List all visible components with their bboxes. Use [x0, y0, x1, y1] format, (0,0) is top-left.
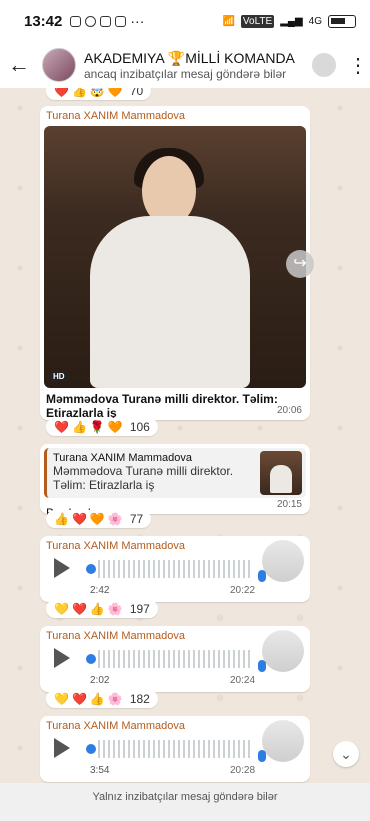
- forward-icon[interactable]: ↪: [286, 250, 314, 278]
- voice-duration: 3:54: [90, 765, 110, 776]
- reaction-emoji: ❤️: [71, 692, 87, 706]
- reaction-emoji: ❤️: [71, 602, 87, 616]
- play-icon[interactable]: [54, 738, 70, 758]
- seek-dot[interactable]: [86, 654, 96, 664]
- back-arrow-icon[interactable]: ←: [8, 52, 34, 78]
- image-caption: Məmmədova Turanə milli direktor. Təlim: …: [46, 392, 278, 420]
- waveform[interactable]: [98, 560, 250, 578]
- group-subtitle: ancaq inzibatçılar mesaj göndərə bilər: [84, 66, 287, 81]
- mic-icon: [258, 570, 266, 582]
- seek-dot[interactable]: [86, 744, 96, 754]
- reaction-emoji: 👍: [71, 88, 87, 98]
- reaction-emoji: 👍: [54, 512, 69, 526]
- reaction-emoji: 🌹: [89, 420, 105, 434]
- play-icon[interactable]: [54, 558, 70, 578]
- voice-duration: 2:42: [90, 585, 110, 596]
- chevron-down-icon: ⌄: [340, 746, 352, 762]
- reaction-emoji: 🤯: [89, 88, 105, 98]
- group-info[interactable]: AKADEMIYA 🏆MİLLİ KOMANDA ancaq inzibatçı…: [84, 50, 300, 81]
- reaction-emoji: 🧡: [107, 420, 123, 434]
- more-menu-icon[interactable]: ⋮: [348, 53, 368, 78]
- reaction-emoji: 🌸: [107, 602, 123, 616]
- quote-text-2: Təlim: Etirazlarla iş: [53, 478, 155, 492]
- reaction-emoji: ❤️: [54, 420, 69, 434]
- wifi-icon: 📶: [222, 15, 235, 27]
- scroll-down-button[interactable]: ⌄: [333, 741, 359, 767]
- hd-badge: HD: [50, 371, 68, 382]
- message-time: 20:06: [276, 405, 302, 416]
- reaction-emoji: 🧡: [107, 88, 123, 98]
- chat-header: ← AKADEMIYA 🏆MİLLİ KOMANDA ancaq inzibat…: [0, 42, 370, 88]
- voice-message[interactable]: Turana XANIM Mammadova 2:02 20:24: [40, 626, 310, 692]
- voice-duration: 2:02: [90, 675, 110, 686]
- voice-message[interactable]: Turana XANIM Mammadova 3:54 20:28: [40, 716, 310, 782]
- sender-avatar: [262, 720, 304, 762]
- status-bar: 13:42 ··· 📶 VoLTE ▂▄▆ 4G: [0, 0, 370, 42]
- voice-player: 2:42 20:22: [40, 536, 310, 600]
- whatsapp-icon: [85, 15, 97, 27]
- image-message[interactable]: Turana XANIM Mammadova HD Məmmədova Tura…: [40, 106, 310, 420]
- reactions-bar[interactable]: ❤️ 👍 🌹 🧡 106: [46, 418, 158, 436]
- reactions-bar[interactable]: 💛 ❤️ 👍 🌸 197: [46, 600, 158, 618]
- reaction-count: 106: [129, 420, 150, 434]
- notification-icons: ···: [70, 13, 144, 29]
- reactions-bar[interactable]: 💛 ❤️ 👍 🌸 182: [46, 690, 158, 708]
- more-notifications: ···: [130, 13, 145, 29]
- reactions-bar[interactable]: ❤️ 👍 🤯 🧡 70: [46, 88, 152, 100]
- reaction-emoji: 👍: [89, 602, 105, 616]
- voice-player: 3:54 20:28: [40, 716, 310, 780]
- reaction-count: 197: [129, 602, 150, 616]
- reactions-bar[interactable]: 👍 ❤️ 🧡 🌸 77: [46, 510, 152, 528]
- reaction-emoji: 🌸: [107, 692, 123, 706]
- reaction-emoji: 🌸: [107, 512, 123, 526]
- waveform[interactable]: [98, 740, 250, 758]
- reaction-count: 77: [129, 512, 144, 526]
- quote-text-1: Məmmədova Turanə milli direktor.: [53, 464, 234, 478]
- message-time: 20:24: [230, 675, 256, 686]
- voice-message[interactable]: Turana XANIM Mammadova 2:42 20:22: [40, 536, 310, 602]
- call-icon[interactable]: [312, 53, 336, 77]
- sender-name: Turana XANIM Mammadova: [46, 110, 185, 122]
- sender-avatar: [262, 630, 304, 672]
- group-title: AKADEMIYA 🏆MİLLİ KOMANDA: [84, 49, 295, 66]
- reaction-count: 182: [129, 692, 150, 706]
- message-time: 20:22: [230, 585, 256, 596]
- network-label: 4G: [308, 15, 322, 27]
- sender-avatar: [262, 540, 304, 582]
- status-right: 📶 VoLTE ▂▄▆ 4G: [222, 14, 356, 28]
- battery-icon: [328, 14, 356, 28]
- group-avatar[interactable]: [42, 48, 76, 82]
- mic-icon: [258, 750, 266, 762]
- instagram-icon: [70, 15, 82, 27]
- reaction-emoji: ❤️: [54, 88, 69, 98]
- quoted-message[interactable]: Turana XANIM Mammadova Məmmədova Turanə …: [44, 448, 306, 498]
- status-time: 13:42: [24, 12, 63, 30]
- chat-area[interactable]: ❤️ 👍 🤯 🧡 70 Turana XANIM Mammadova HD Mə…: [0, 88, 370, 783]
- voice-player: 2:02 20:24: [40, 626, 310, 690]
- admin-only-notice: Yalnız inzibatçılar mesaj göndərə bilər: [0, 783, 370, 821]
- box-icon: [100, 15, 112, 27]
- reply-message[interactable]: Turana XANIM Mammadova Məmmədova Turanə …: [40, 444, 310, 520]
- quote-thumbnail: [260, 451, 302, 495]
- instagram-icon-2: [115, 15, 127, 27]
- reaction-emoji: 💛: [54, 602, 69, 616]
- reaction-emoji: 👍: [71, 420, 87, 434]
- signal-icon: ▂▄▆: [280, 15, 303, 27]
- reaction-count: 70: [129, 88, 144, 98]
- mic-icon: [258, 660, 266, 672]
- reaction-emoji: 💛: [54, 692, 69, 706]
- play-icon[interactable]: [54, 648, 70, 668]
- photo[interactable]: HD: [44, 126, 306, 388]
- reaction-emoji: ❤️: [71, 512, 87, 526]
- photo-suit: [90, 216, 250, 388]
- seek-dot[interactable]: [86, 564, 96, 574]
- reaction-emoji: 🧡: [89, 512, 105, 526]
- message-time: 20:28: [230, 765, 256, 776]
- quote-sender: Turana XANIM Mammadova: [53, 452, 192, 464]
- message-time: 20:15: [276, 499, 302, 510]
- volte-label: VoLTE: [240, 14, 275, 28]
- reaction-emoji: 👍: [89, 692, 105, 706]
- waveform[interactable]: [98, 650, 250, 668]
